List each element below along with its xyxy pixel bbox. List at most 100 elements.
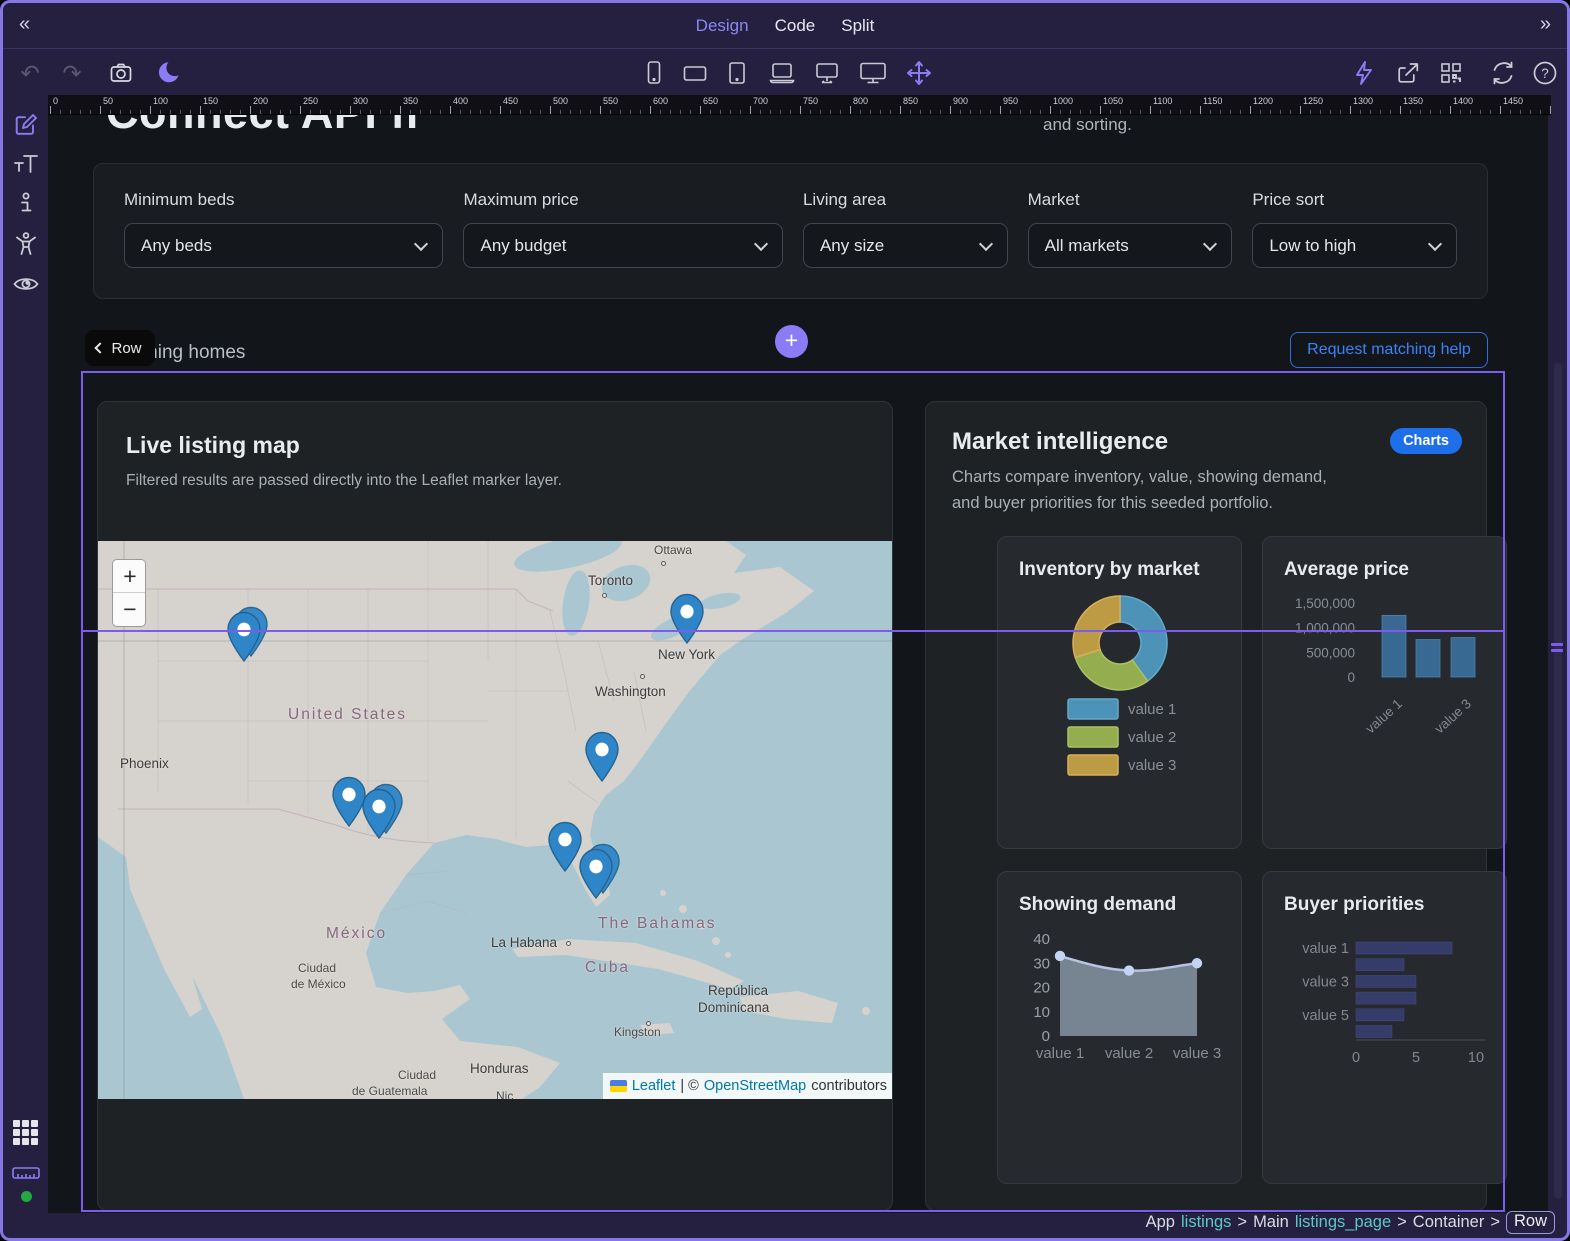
map-label: United States: [288, 706, 407, 724]
move-tool-icon[interactable]: [904, 58, 934, 88]
breadcrumb-row-tag[interactable]: Row: [1506, 1211, 1555, 1234]
info-icon[interactable]: [10, 188, 41, 219]
help-icon[interactable]: ?: [1530, 58, 1560, 88]
leaflet-map[interactable]: OttawaTorontoNew YorkWashingtonUnited St…: [98, 541, 893, 1099]
device-phone-portrait-icon[interactable]: [639, 58, 669, 88]
qr-code-icon[interactable]: [1436, 58, 1466, 88]
lightning-run-icon[interactable]: [1349, 58, 1379, 88]
status-green-dot: [21, 1191, 32, 1202]
svg-text:value 2: value 2: [1105, 1045, 1153, 1062]
map-label: República: [708, 983, 768, 998]
tab-split[interactable]: Split: [841, 16, 874, 36]
typography-icon[interactable]: [10, 148, 41, 179]
redo-icon[interactable]: ↷: [57, 58, 87, 88]
intel-card-title: Market intelligence: [952, 428, 1168, 456]
listing-marker-pin[interactable]: [578, 848, 614, 900]
row-tag-label: Row: [111, 340, 141, 357]
chevron-down-icon: [414, 236, 428, 250]
dark-mode-moon-icon[interactable]: [155, 58, 185, 88]
filter-label: Living area: [803, 190, 1008, 210]
map-card-title: Live listing map: [126, 432, 300, 459]
svg-text:30: 30: [1033, 955, 1050, 972]
row-selection-tag[interactable]: Row: [85, 330, 155, 366]
chevron-down-icon: [1203, 236, 1217, 250]
map-label: Phoenix: [120, 756, 169, 771]
filter-label: Price sort: [1252, 190, 1457, 210]
live-listing-map-card[interactable]: Live listing map Filtered results are pa…: [97, 401, 893, 1211]
chart-title: Inventory by market: [1019, 559, 1200, 581]
tab-code[interactable]: Code: [775, 16, 816, 36]
breadcrumb-page-link[interactable]: listings_page: [1295, 1213, 1391, 1232]
selection-resize-handle[interactable]: [1551, 640, 1565, 657]
breadcrumb: App listings > Main listings_page > Cont…: [3, 1207, 1567, 1238]
price-sort-select[interactable]: Low to high: [1252, 223, 1457, 268]
edit-components-icon[interactable]: [10, 108, 41, 139]
living-area-select[interactable]: Any size: [803, 223, 1008, 268]
sync-refresh-icon[interactable]: [1488, 58, 1518, 88]
svg-text:40: 40: [1033, 931, 1050, 948]
collapse-right-icon[interactable]: »: [1540, 13, 1551, 36]
filter-label: Minimum beds: [124, 190, 443, 210]
listing-marker-pin[interactable]: [226, 611, 262, 663]
svg-text:value 1: value 1: [1036, 1045, 1084, 1062]
minimum-beds-select[interactable]: Any beds: [124, 223, 443, 268]
inventory-by-market-chart-card[interactable]: Inventory by market value 1value 2value …: [997, 536, 1242, 849]
map-label: de México: [291, 977, 346, 991]
leaflet-link[interactable]: Leaflet: [632, 1078, 676, 1094]
map-label: Ciudad: [398, 1068, 436, 1082]
request-matching-help-button[interactable]: Request matching help: [1290, 332, 1488, 368]
showing-demand-chart-card[interactable]: Showing demand 403020100value 1value 2va…: [997, 871, 1242, 1184]
collapse-left-icon[interactable]: «: [19, 13, 30, 36]
right-gutter: [1548, 95, 1567, 1214]
svg-text:0: 0: [1352, 1050, 1360, 1066]
filter-living-area: Living area Any size: [803, 190, 1008, 298]
svg-text:1,000,000: 1,000,000: [1295, 621, 1355, 636]
filter-minimum-beds: Minimum beds Any beds: [124, 190, 443, 298]
vertical-scrollbar[interactable]: [1554, 363, 1562, 1199]
breadcrumb-container-word[interactable]: Container: [1413, 1213, 1485, 1232]
breadcrumb-separator: >: [1237, 1213, 1247, 1232]
listing-marker-pin[interactable]: [584, 731, 620, 783]
svg-text:0: 0: [1042, 1028, 1050, 1045]
components-grid-icon[interactable]: [10, 1117, 41, 1148]
svg-text:?: ?: [1541, 66, 1549, 81]
market-select[interactable]: All markets: [1028, 223, 1233, 268]
map-label: de Guatemala: [352, 1084, 427, 1098]
openstreetmap-link[interactable]: OpenStreetMap: [704, 1078, 806, 1094]
share-icon[interactable]: [1393, 58, 1423, 88]
undo-icon[interactable]: ↶: [15, 58, 45, 88]
device-tablet-landscape-icon[interactable]: [680, 58, 710, 88]
ruler-toggle-icon[interactable]: [10, 1157, 41, 1188]
select-value: Any beds: [141, 236, 212, 256]
svg-text:value 1: value 1: [1128, 701, 1176, 718]
device-monitor-icon[interactable]: [812, 58, 842, 88]
svg-text:value 3: value 3: [1128, 757, 1176, 774]
intel-card-subtitle: Charts compare inventory, value, showing…: [952, 465, 1327, 516]
breadcrumb-app-link[interactable]: listings: [1181, 1213, 1231, 1232]
select-value: Any budget: [480, 236, 566, 256]
maximum-price-select[interactable]: Any budget: [463, 223, 782, 268]
device-tablet-portrait-icon[interactable]: [722, 58, 752, 88]
filter-market: Market All markets: [1028, 190, 1233, 298]
add-component-button[interactable]: +: [775, 325, 808, 358]
map-label: Kingston: [614, 1025, 661, 1039]
device-laptop-icon[interactable]: [767, 58, 797, 88]
zoom-out-button[interactable]: −: [113, 593, 146, 626]
buyer-priorities-chart-card[interactable]: Buyer priorities value 1value 3value 505…: [1262, 871, 1507, 1184]
listing-marker-pin[interactable]: [669, 593, 705, 645]
average-price-chart-card[interactable]: Average price 0500,0001,000,0001,500,000…: [1262, 536, 1507, 849]
market-intelligence-card[interactable]: Market intelligence Charts Charts compar…: [925, 401, 1487, 1211]
tab-design[interactable]: Design: [696, 16, 749, 36]
preview-eye-icon[interactable]: [10, 268, 41, 299]
breadcrumb-app-word: App: [1146, 1213, 1175, 1232]
filter-price-sort: Price sort Low to high: [1252, 190, 1457, 298]
camera-icon[interactable]: [106, 58, 136, 88]
device-large-monitor-icon[interactable]: [858, 58, 888, 88]
zoom-in-button[interactable]: +: [113, 560, 146, 593]
map-label: Ciudad: [298, 961, 336, 975]
listing-marker-pin[interactable]: [361, 788, 397, 840]
accessibility-person-icon[interactable]: [10, 228, 41, 259]
map-label: La Habana: [491, 935, 557, 950]
breadcrumb-main-word: Main: [1253, 1213, 1289, 1232]
svg-text:value 3: value 3: [1432, 696, 1474, 736]
